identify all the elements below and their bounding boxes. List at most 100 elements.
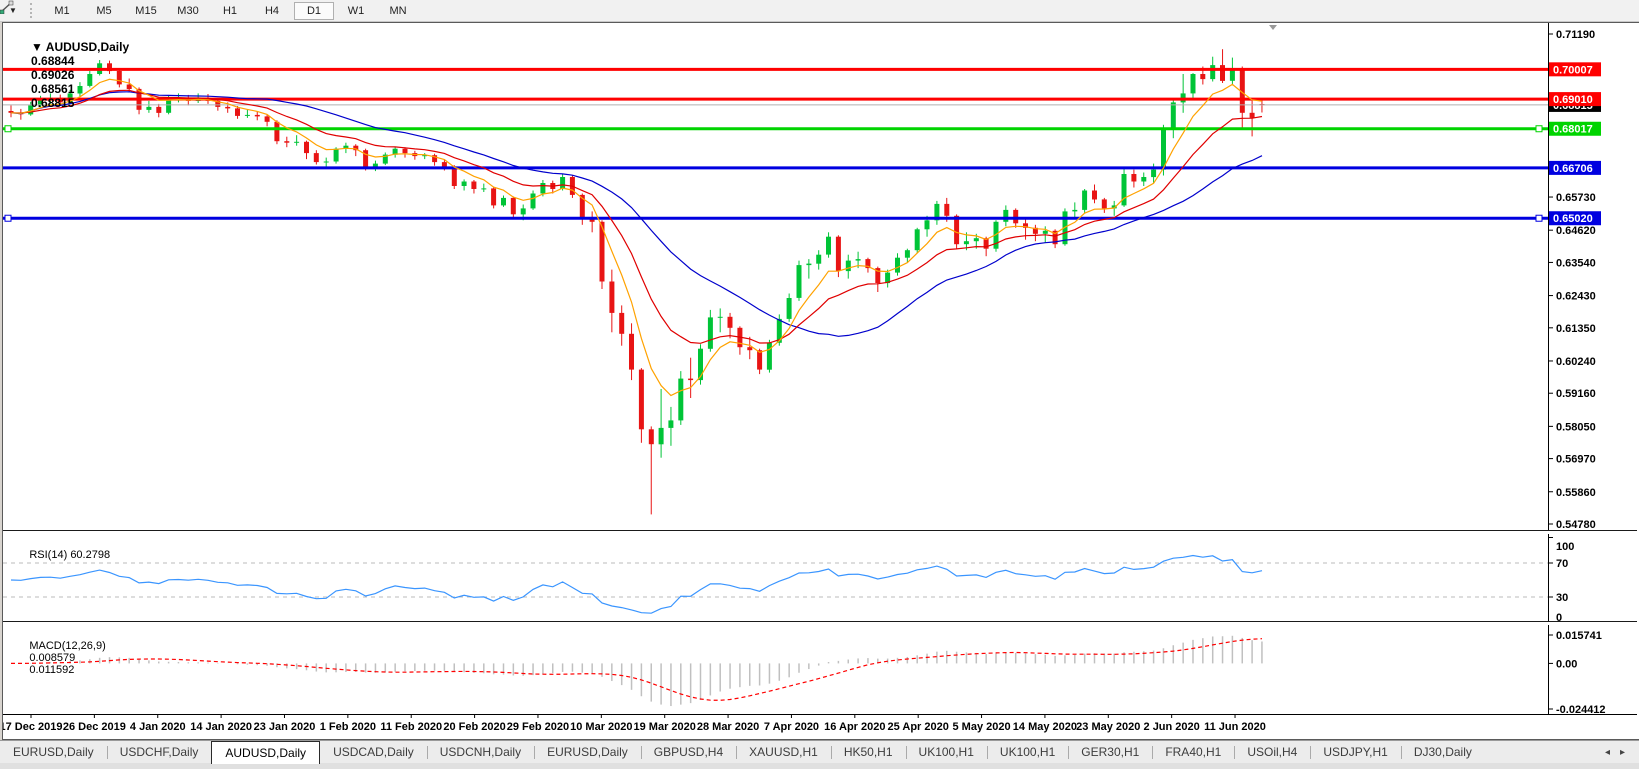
candle-body	[757, 350, 762, 369]
line-tools-icon[interactable]: ▼	[0, 1, 26, 20]
date-axis[interactable]: 17 Dec 201926 Dec 20194 Jan 202014 Jan 2…	[3, 714, 1637, 738]
candle-body	[1141, 177, 1146, 182]
candle-body	[334, 149, 339, 162]
candle-body	[905, 250, 910, 258]
price-tick-label: 0.54780	[1556, 519, 1596, 530]
timeframe-button-h1[interactable]: H1	[210, 2, 250, 20]
chart-tab-eurusd-daily[interactable]: EURUSD,Daily	[0, 741, 107, 764]
candle-body	[452, 167, 457, 186]
chart-tab-fra40-h1[interactable]: FRA40,H1	[1152, 741, 1234, 764]
candle-body	[304, 142, 309, 153]
candle-body	[1250, 113, 1255, 118]
chart-title: ▼ AUDUSD,Daily 0.68844 0.69026 0.68561 0…	[11, 26, 132, 124]
chart-tab-usdchf-daily[interactable]: USDCHF,Daily	[107, 741, 212, 764]
rsi-pane[interactable]: 10070300 RSI(14) 60.2798	[3, 534, 1637, 621]
candle-body	[895, 258, 900, 273]
date-tick-label: 23 May 2020	[1076, 721, 1140, 733]
line-handle[interactable]	[5, 215, 11, 221]
candle-body	[767, 343, 772, 370]
rsi-line	[11, 556, 1262, 614]
candle-body	[324, 162, 329, 163]
timeframe-button-m1[interactable]: M1	[42, 2, 82, 20]
macd-tick-label: 0.015741	[1556, 630, 1602, 642]
chart-tab-usdcnh-daily[interactable]: USDCNH,Daily	[427, 741, 534, 764]
candle-body	[1191, 74, 1196, 93]
chart-tab-usdcad-daily[interactable]: USDCAD,Daily	[320, 741, 427, 764]
rsi-tick-label: 30	[1556, 592, 1568, 604]
candle-body	[1043, 231, 1048, 234]
timeframe-button-m5[interactable]: M5	[84, 2, 124, 20]
candle-body	[728, 317, 733, 328]
chart-shift-marker[interactable]	[1269, 25, 1277, 30]
candle-body	[1003, 210, 1008, 222]
candle-body	[629, 334, 634, 370]
candle-body	[501, 198, 506, 206]
candle-body	[156, 107, 161, 113]
chart-tab-usdjpy-h1[interactable]: USDJPY,H1	[1310, 741, 1400, 764]
candle-body	[668, 420, 673, 428]
macd-canvas: 0.0157410.00-0.024412	[3, 625, 1637, 714]
chart-tabs: EURUSD,DailyUSDCHF,DailyAUDUSD,DailyUSDC…	[0, 741, 1485, 764]
date-tick-label: 4 Jan 2020	[130, 721, 186, 733]
price-badge-label: 0.68017	[1553, 124, 1593, 136]
chart-tab-uk100-h1[interactable]: UK100,H1	[906, 741, 987, 764]
rsi-label: RSI(14) 60.2798	[11, 537, 110, 573]
date-tick-label: 16 Apr 2020	[824, 721, 885, 733]
chart-tab-ger30-h1[interactable]: GER30,H1	[1068, 741, 1152, 764]
rsi-tick-label: 70	[1556, 558, 1568, 570]
ohlc-open: 0.68844	[31, 54, 74, 68]
candle-body	[1220, 65, 1225, 81]
chart-symbol-label: AUDUSD,Daily	[46, 40, 129, 54]
tabs-scroll-left-icon[interactable]: ◂	[1605, 747, 1610, 758]
candle-body	[797, 265, 802, 298]
macd-histogram	[11, 636, 1262, 706]
timeframe-button-m30[interactable]: M30	[168, 2, 208, 20]
timeframe-button-m15[interactable]: M15	[126, 2, 166, 20]
candle-body	[265, 116, 270, 121]
candle-body	[491, 188, 496, 205]
price-chart-pane[interactable]: 0.711900.701100.690000.679200.668100.657…	[3, 23, 1637, 530]
line-handle[interactable]	[1536, 126, 1542, 132]
chart-tab-gbpusd-h4[interactable]: GBPUSD,H4	[641, 741, 736, 764]
price-tick-label: 0.60240	[1556, 356, 1596, 368]
tabs-scroll-right-icon[interactable]: ▸	[1620, 747, 1625, 758]
chart-tab-audusd-daily[interactable]: AUDUSD,Daily	[211, 741, 320, 764]
date-tick-label: 20 Feb 2020	[443, 721, 505, 733]
line-handle[interactable]	[1536, 215, 1542, 221]
date-tick-label: 5 May 2020	[952, 721, 1010, 733]
ma-fast-line	[11, 79, 1262, 395]
line-handle[interactable]	[5, 126, 11, 132]
date-tick-label: 11 Feb 2020	[380, 721, 442, 733]
candle-body	[314, 153, 319, 162]
chart-title-dropdown-icon[interactable]: ▼	[31, 40, 46, 54]
macd-signal-value: 0.011592	[29, 664, 74, 676]
date-tick-label: 25 Apr 2020	[888, 721, 949, 733]
timeframe-button-h4[interactable]: H4	[252, 2, 292, 20]
chart-tab-uk100-h1[interactable]: UK100,H1	[987, 741, 1068, 764]
chart-tab-hk50-h1[interactable]: HK50,H1	[831, 741, 906, 764]
candle-body	[1200, 74, 1205, 79]
candle-body	[639, 370, 644, 430]
candle-body	[836, 237, 841, 271]
candle-body	[1210, 65, 1215, 79]
candle-body	[609, 282, 614, 313]
macd-tick-label: 0.00	[1556, 658, 1577, 670]
price-tick-label: 0.63540	[1556, 257, 1596, 269]
chart-tab-dj30-daily[interactable]: DJ30,Daily	[1401, 741, 1485, 764]
chart-window: 0.711900.701100.690000.679200.668100.657…	[2, 22, 1639, 740]
chart-tab-xauusd-h1[interactable]: XAUUSD,H1	[736, 741, 831, 764]
chart-tab-bar: EURUSD,DailyUSDCHF,DailyAUDUSD,DailyUSDC…	[0, 740, 1639, 764]
date-tick-label: 14 May 2020	[1013, 721, 1077, 733]
date-tick-label: 23 Jan 2020	[254, 721, 316, 733]
price-badge-label: 0.66706	[1553, 163, 1593, 175]
candle-body	[442, 162, 447, 167]
timeframe-button-d1[interactable]: D1	[294, 2, 334, 20]
macd-pane[interactable]: 0.0157410.00-0.024412 MACD(12,26,9) 0.00…	[3, 625, 1637, 714]
candle-body	[560, 177, 565, 189]
chart-tab-eurusd-daily[interactable]: EURUSD,Daily	[534, 741, 641, 764]
timeframe-button-mn[interactable]: MN	[378, 2, 418, 20]
date-tick-label: 1 Feb 2020	[320, 721, 376, 733]
candle-body	[718, 317, 723, 318]
chart-tab-usoil-h4[interactable]: USOil,H4	[1234, 741, 1310, 764]
timeframe-button-w1[interactable]: W1	[336, 2, 376, 20]
